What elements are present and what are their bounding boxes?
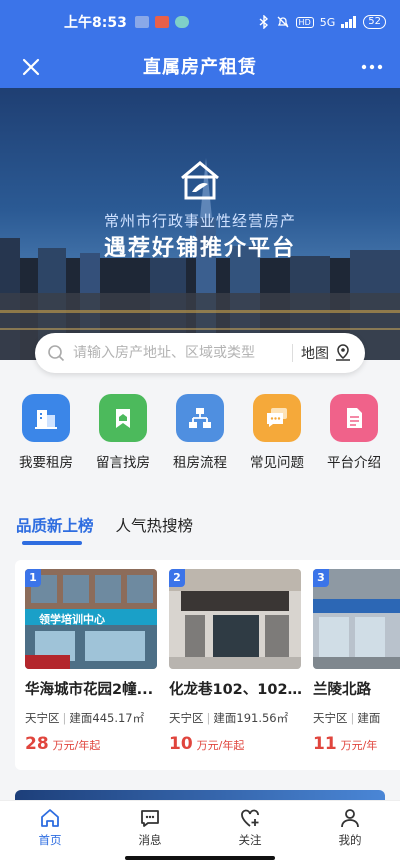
quick-link-about[interactable]: 平台介绍 — [320, 394, 388, 471]
listing-title: 化龙巷102、102... — [169, 682, 303, 698]
search-divider — [292, 344, 293, 362]
battery-level: 52 — [363, 15, 386, 29]
platform-logo-icon — [181, 161, 219, 200]
top-bar: 上午8:53 HD 5G 52 直属房产租赁 — [0, 0, 400, 88]
price-value: 28 — [25, 734, 49, 754]
quick-link-faq[interactable]: 常见问题 — [243, 394, 311, 471]
nav-label: 我的 — [338, 833, 362, 847]
home-icon — [41, 809, 59, 827]
quick-link-label: 平台介绍 — [327, 455, 381, 471]
hd-icon: HD — [295, 16, 314, 28]
listing-area: 建面 — [357, 711, 381, 725]
price-value: 11 — [313, 734, 337, 754]
more-icon[interactable] — [358, 54, 386, 80]
banner-headline: 遇荐好铺推介平台 — [103, 236, 296, 261]
bluetooth-icon — [259, 15, 268, 29]
listing-area: 建面445.17㎡ — [69, 711, 145, 725]
ranking-tabs: 品质新上榜 人气热搜榜 — [16, 514, 193, 536]
nav-home[interactable]: 首页 — [0, 801, 100, 866]
quick-link-label: 常见问题 — [250, 455, 304, 471]
home-indicator — [125, 856, 275, 860]
quick-links: 我要租房 留言找房 租房流程 常见问题 平台介绍 — [0, 394, 400, 471]
notification-icon — [134, 16, 149, 28]
map-pin-icon[interactable] — [333, 343, 353, 363]
listing-title: 华海城市花园2幢... — [25, 682, 154, 698]
listing-area: 建面191.56㎡ — [213, 711, 289, 725]
banner-subtitle: 常州市行政事业性经营房产 — [103, 212, 296, 230]
listing-district: 天宁区 — [169, 711, 204, 725]
listing-card[interactable]: 3 兰陵北路 天宁区 | 建面 11 万元/年 — [303, 560, 400, 770]
listing-photo: 领学培训中心 — [25, 569, 157, 669]
user-icon — [341, 809, 359, 828]
status-right: HD 5G 52 — [258, 15, 386, 29]
network-label: 5G — [319, 15, 336, 29]
nav-bar: 直属房产租赁 — [0, 44, 400, 88]
sync-icon — [174, 16, 189, 28]
page-title: 直属房产租赁 — [143, 57, 257, 78]
active-tab-indicator — [22, 541, 82, 545]
price-unit: 万元/年起 — [196, 739, 245, 752]
mute-bell-icon — [277, 16, 289, 28]
flowchart-icon — [176, 394, 224, 442]
quick-link-label: 留言找房 — [96, 455, 150, 471]
close-icon[interactable] — [18, 54, 44, 80]
listing-price: 11 万元/年 — [313, 734, 377, 754]
listing-carousel[interactable]: 领学培训中心 1 华海城市花园2幢... 天宁区 | 建面445.17㎡ 28 万元/… — [15, 560, 400, 770]
listing-card[interactable]: 领学培训中心 1 华海城市花园2幢... 天宁区 | 建面445.17㎡ 28 万元/… — [15, 560, 161, 770]
listing-photo-sign: 领学培训中心 — [39, 613, 105, 626]
listing-card[interactable]: 2 化龙巷102、102... 天宁区 | 建面191.56㎡ 10 万元/年起 — [159, 560, 305, 770]
listing-photo — [169, 569, 301, 669]
nav-label: 消息 — [138, 833, 162, 847]
price-unit: 万元/年起 — [52, 739, 101, 752]
house-bookmark-icon — [99, 394, 147, 442]
listing-district: 天宁区 — [25, 711, 60, 725]
quick-link-label: 租房流程 — [173, 455, 227, 471]
quick-link-message[interactable]: 留言找房 — [89, 394, 157, 471]
quick-link-label: 我要租房 — [19, 455, 73, 471]
heart-plus-icon — [241, 809, 259, 827]
listing-meta: 天宁区 | 建面445.17㎡ — [25, 711, 145, 725]
chat-bubbles-icon — [253, 394, 301, 442]
search-icon — [48, 345, 65, 362]
search-bar: 地图 — [35, 333, 365, 373]
quick-link-rent[interactable]: 我要租房 — [12, 394, 80, 471]
status-bar: 上午8:53 HD 5G 52 — [0, 0, 400, 44]
status-time: 上午8:53 — [64, 15, 127, 31]
price-value: 10 — [169, 734, 193, 754]
nav-profile[interactable]: 我的 — [300, 801, 400, 866]
tab-popular-search[interactable]: 人气热搜榜 — [116, 514, 194, 536]
listing-district: 天宁区 — [313, 711, 348, 725]
nav-label: 首页 — [38, 833, 62, 847]
document-icon — [330, 394, 378, 442]
app-notification-icon — [154, 16, 169, 28]
listing-meta: 天宁区 | 建面191.56㎡ — [169, 711, 289, 725]
listing-title: 兰陵北路 — [313, 682, 371, 698]
hero-banner[interactable]: 常州市行政事业性经营房产 遇荐好铺推介平台 — [0, 88, 400, 360]
tab-new-quality[interactable]: 品质新上榜 — [16, 514, 94, 536]
listing-price: 28 万元/年起 — [25, 734, 100, 754]
map-button[interactable]: 地图 — [301, 343, 329, 363]
rank-badge: 2 — [169, 569, 185, 587]
rank-badge: 3 — [313, 569, 329, 587]
message-icon — [141, 810, 159, 827]
signal-icon — [341, 16, 357, 28]
rank-badge: 1 — [25, 569, 41, 587]
search-input[interactable] — [73, 345, 284, 361]
listing-meta: 天宁区 | 建面 — [313, 711, 381, 725]
listing-price: 10 万元/年起 — [169, 734, 244, 754]
price-unit: 万元/年 — [340, 739, 378, 752]
quick-link-process[interactable]: 租房流程 — [166, 394, 234, 471]
building-icon — [22, 394, 70, 442]
nav-label: 关注 — [238, 833, 262, 847]
